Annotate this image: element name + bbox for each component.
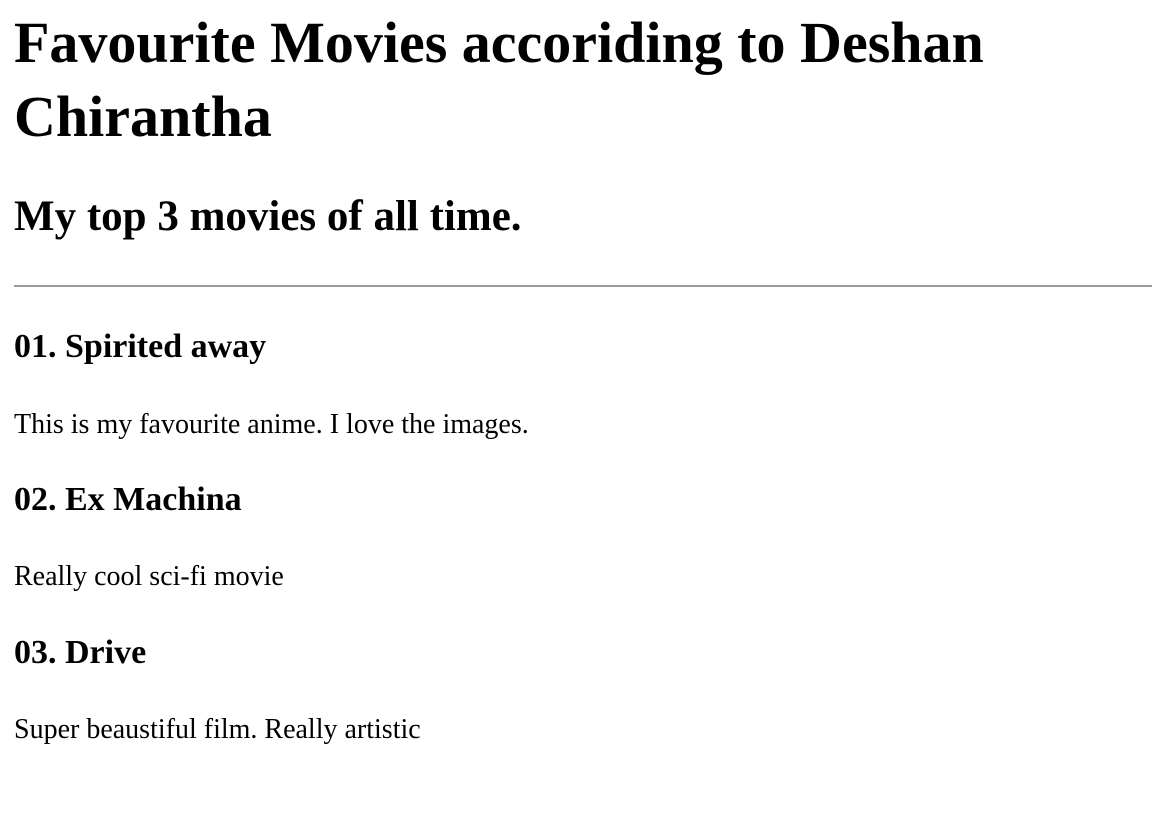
movie-description: Really cool sci-fi movie (14, 561, 284, 592)
movie-description: Super beaustiful film. Really artistic (14, 714, 421, 745)
page-subtitle: My top 3 movies of all time. (14, 193, 522, 240)
movie-entry: 01. Spirited away This is my favourite a… (14, 327, 1152, 441)
movie-description: This is my favourite anime. I love the i… (14, 409, 529, 440)
movie-title: 03. Drive (14, 634, 147, 671)
movie-title: 02. Ex Machina (14, 481, 242, 518)
movie-entry: 03. Drive Super beaustiful film. Really … (14, 633, 1152, 746)
divider (14, 285, 1152, 287)
movie-entry: 02. Ex Machina Really cool sci-fi movie (14, 480, 1152, 593)
page-title: Favourite Movies accoriding to Deshan Ch… (14, 10, 984, 149)
movie-title: 01. Spirited away (14, 328, 267, 365)
